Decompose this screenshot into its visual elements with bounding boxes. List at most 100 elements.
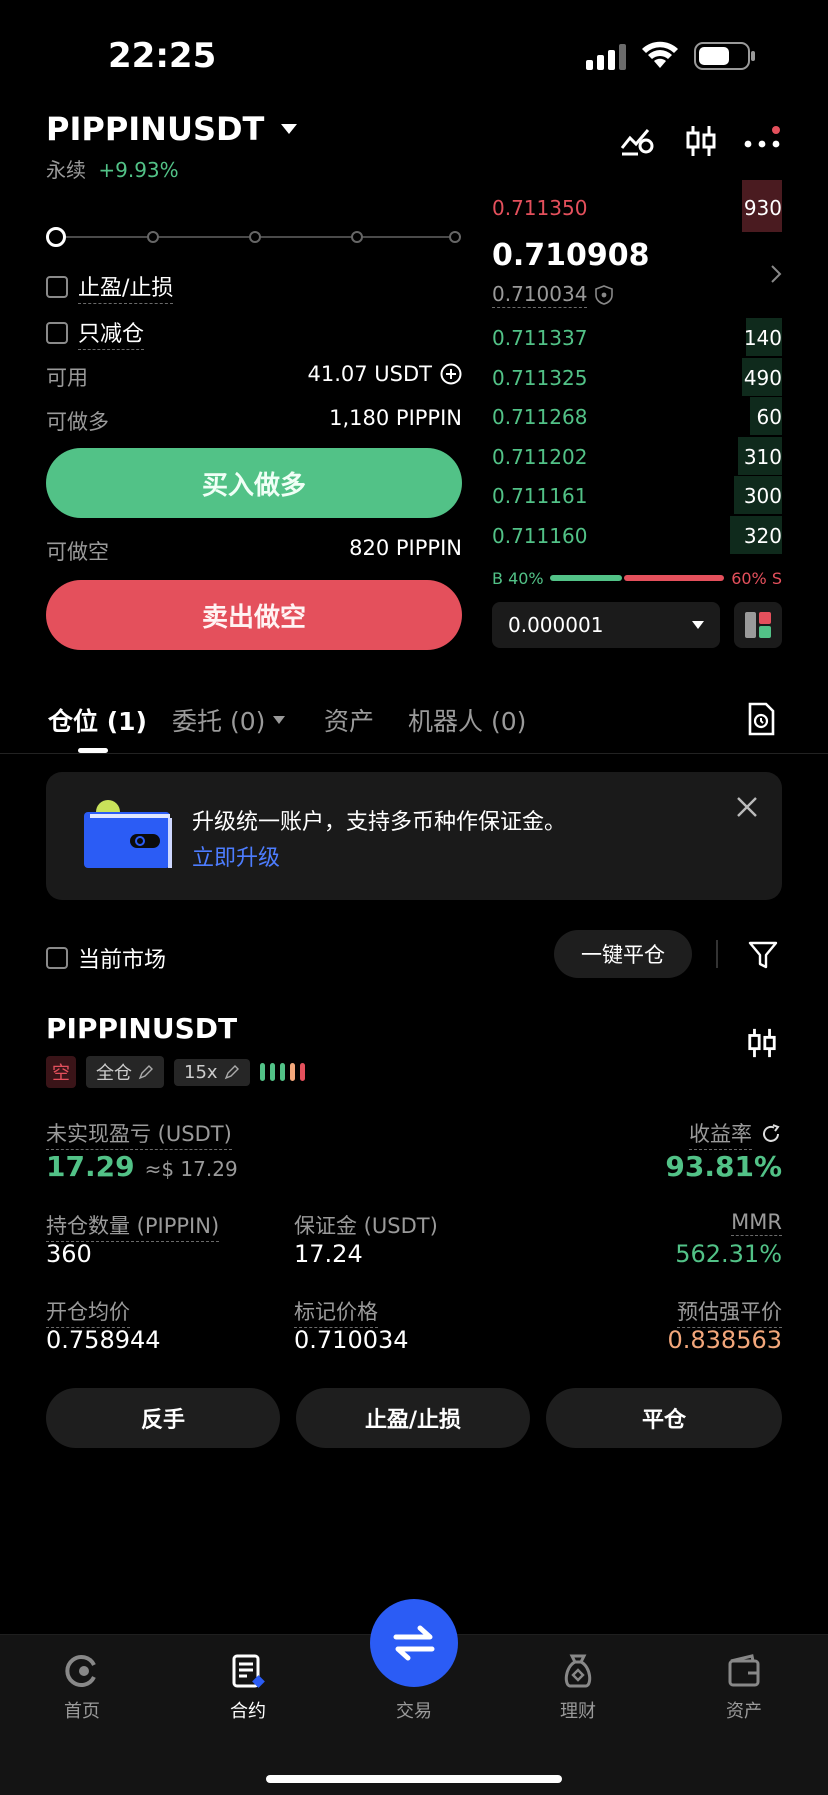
buy-long-button[interactable]: 买入做多 <box>46 448 462 518</box>
unrealized-pnl-label: 未实现盈亏 (USDT) <box>46 1118 232 1150</box>
mark-label: 标记价格 <box>294 1296 378 1328</box>
symbol-selector[interactable]: PIPPINUSDT <box>46 110 298 148</box>
share-icon[interactable] <box>762 1124 782 1144</box>
book-layout-icon <box>745 612 771 638</box>
slider-tick <box>147 231 159 243</box>
available-row: 41.07 USDT <box>308 362 463 386</box>
chart-settings-icon[interactable] <box>620 124 656 156</box>
battery-icon <box>694 42 756 70</box>
margin-value: 17.24 <box>294 1240 363 1268</box>
candlestick-icon[interactable] <box>746 1026 778 1060</box>
bid-row[interactable]: 0.711325 490 <box>492 357 782 396</box>
precision-select[interactable]: 0.000001 <box>492 602 720 648</box>
bid-qty: 320 <box>743 523 782 548</box>
reverse-label: 反手 <box>140 1408 185 1433</box>
available-label: 可用 <box>46 366 88 390</box>
bid-row[interactable]: 0.711202 310 <box>492 436 782 475</box>
tab-orders[interactable]: 委托 (0) <box>172 702 286 738</box>
mmr-value: 562.31% <box>675 1240 782 1268</box>
tab-bots-label: 机器人 (0) <box>408 707 527 736</box>
candlestick-icon[interactable] <box>684 124 718 158</box>
wifi-icon <box>640 40 680 70</box>
tab-assets-label: 资产 <box>324 707 375 736</box>
position-tags: 空 全仓 15x <box>46 1056 312 1088</box>
wallet-outline-icon <box>684 1653 804 1689</box>
history-icon[interactable] <box>746 702 776 736</box>
wallet-icon <box>84 798 174 872</box>
tab-bots[interactable]: 机器人 (0) <box>408 702 526 738</box>
banner-link[interactable]: 立即升级 <box>192 840 280 872</box>
checkbox-box[interactable] <box>46 947 68 969</box>
buy-ratio-label: B 40% <box>492 569 544 588</box>
sell-short-label: 卖出做空 <box>201 602 306 633</box>
layout-toggle[interactable] <box>734 602 782 648</box>
price-change: +9.93% <box>98 158 179 182</box>
nav-futures-label: 合约 <box>230 1701 266 1722</box>
bid-row[interactable]: 0.711268 60 <box>492 397 782 435</box>
liq-value: 0.838563 <box>667 1326 782 1354</box>
roe-value: 93.81% <box>665 1150 782 1183</box>
bid-row[interactable]: 0.711337 140 <box>492 318 782 356</box>
nav-futures[interactable]: 合约 <box>188 1653 308 1723</box>
last-price: 0.710908 <box>492 238 650 273</box>
more-icon[interactable] <box>744 126 784 156</box>
leverage-slider[interactable] <box>46 225 462 249</box>
bid-qty: 310 <box>743 444 782 469</box>
trade-fab[interactable] <box>370 1599 458 1687</box>
reverse-button[interactable]: 反手 <box>46 1388 280 1448</box>
nav-assets[interactable]: 资产 <box>684 1653 804 1723</box>
caret-down-icon <box>280 123 298 135</box>
nav-home-label: 首页 <box>64 1701 100 1722</box>
bid-row[interactable]: 0.711160 320 <box>492 515 782 554</box>
precision-value: 0.000001 <box>508 613 604 637</box>
nav-earn-label: 理财 <box>560 1701 596 1722</box>
can-short-value: 820 PIPPIN <box>349 536 462 560</box>
nav-trade[interactable]: 交易 <box>354 1697 474 1723</box>
tab-assets[interactable]: 资产 <box>324 702 374 738</box>
close-position-label: 平仓 <box>641 1408 686 1433</box>
close-all-button[interactable]: 一键平仓 <box>554 930 692 978</box>
current-market-checkbox[interactable]: 当前市场 <box>46 942 166 974</box>
sell-short-button[interactable]: 卖出做空 <box>46 580 462 650</box>
symbol-title: PIPPINUSDT <box>46 110 265 148</box>
bid-price: 0.711202 <box>492 444 588 469</box>
position-symbol[interactable]: PIPPINUSDT <box>46 1012 237 1045</box>
nav-home[interactable]: 首页 <box>22 1653 142 1723</box>
ask-row[interactable]: 0.711350 930 <box>492 180 782 232</box>
tpsl-checkbox[interactable]: 止盈/止损 <box>46 270 174 304</box>
tab-positions[interactable]: 仓位 (1) <box>48 702 147 738</box>
nav-trade-label: 交易 <box>396 1701 432 1722</box>
bid-qty: 490 <box>743 365 782 390</box>
tab-active-indicator <box>78 748 108 753</box>
filter-icon[interactable] <box>748 940 778 970</box>
contract-icon <box>188 1653 308 1689</box>
nav-assets-label: 资产 <box>726 1701 762 1722</box>
bid-qty: 140 <box>743 326 782 350</box>
slider-tick <box>249 231 261 243</box>
tab-positions-label: 仓位 (1) <box>48 707 147 736</box>
tab-orders-label: 委托 (0) <box>172 707 266 736</box>
leverage-badge[interactable]: 15x <box>174 1058 250 1086</box>
status-bar: 22:25 <box>0 0 828 100</box>
chevron-right-icon[interactable] <box>770 264 782 284</box>
contract-subtitle: 永续 +9.93% <box>46 154 179 183</box>
add-circle-icon[interactable] <box>440 363 462 385</box>
tpsl-button-label: 止盈/止损 <box>364 1408 462 1433</box>
tpsl-button[interactable]: 止盈/止损 <box>296 1388 530 1448</box>
reduce-only-checkbox[interactable]: 只减仓 <box>46 316 145 350</box>
checkbox-box[interactable] <box>46 276 68 298</box>
close-position-button[interactable]: 平仓 <box>546 1388 782 1448</box>
roe-label-row: 收益率 <box>689 1118 782 1150</box>
nav-earn[interactable]: 理财 <box>518 1653 638 1723</box>
ask-qty: 930 <box>743 196 782 220</box>
slider-handle[interactable] <box>46 227 66 247</box>
unrealized-pnl-row: 17.29 ≈$ 17.29 <box>46 1150 238 1183</box>
upgrade-banner[interactable]: 升级统一账户，支持多币种作保证金。 立即升级 <box>46 772 782 900</box>
home-indicator <box>266 1775 562 1783</box>
margin-mode-badge[interactable]: 全仓 <box>86 1056 164 1088</box>
checkbox-box[interactable] <box>46 322 68 344</box>
close-icon[interactable] <box>736 796 758 818</box>
banner-text: 升级统一账户，支持多币种作保证金。 <box>192 810 567 835</box>
bid-row[interactable]: 0.711161 300 <box>492 476 782 514</box>
bid-qty: 60 <box>756 405 782 429</box>
